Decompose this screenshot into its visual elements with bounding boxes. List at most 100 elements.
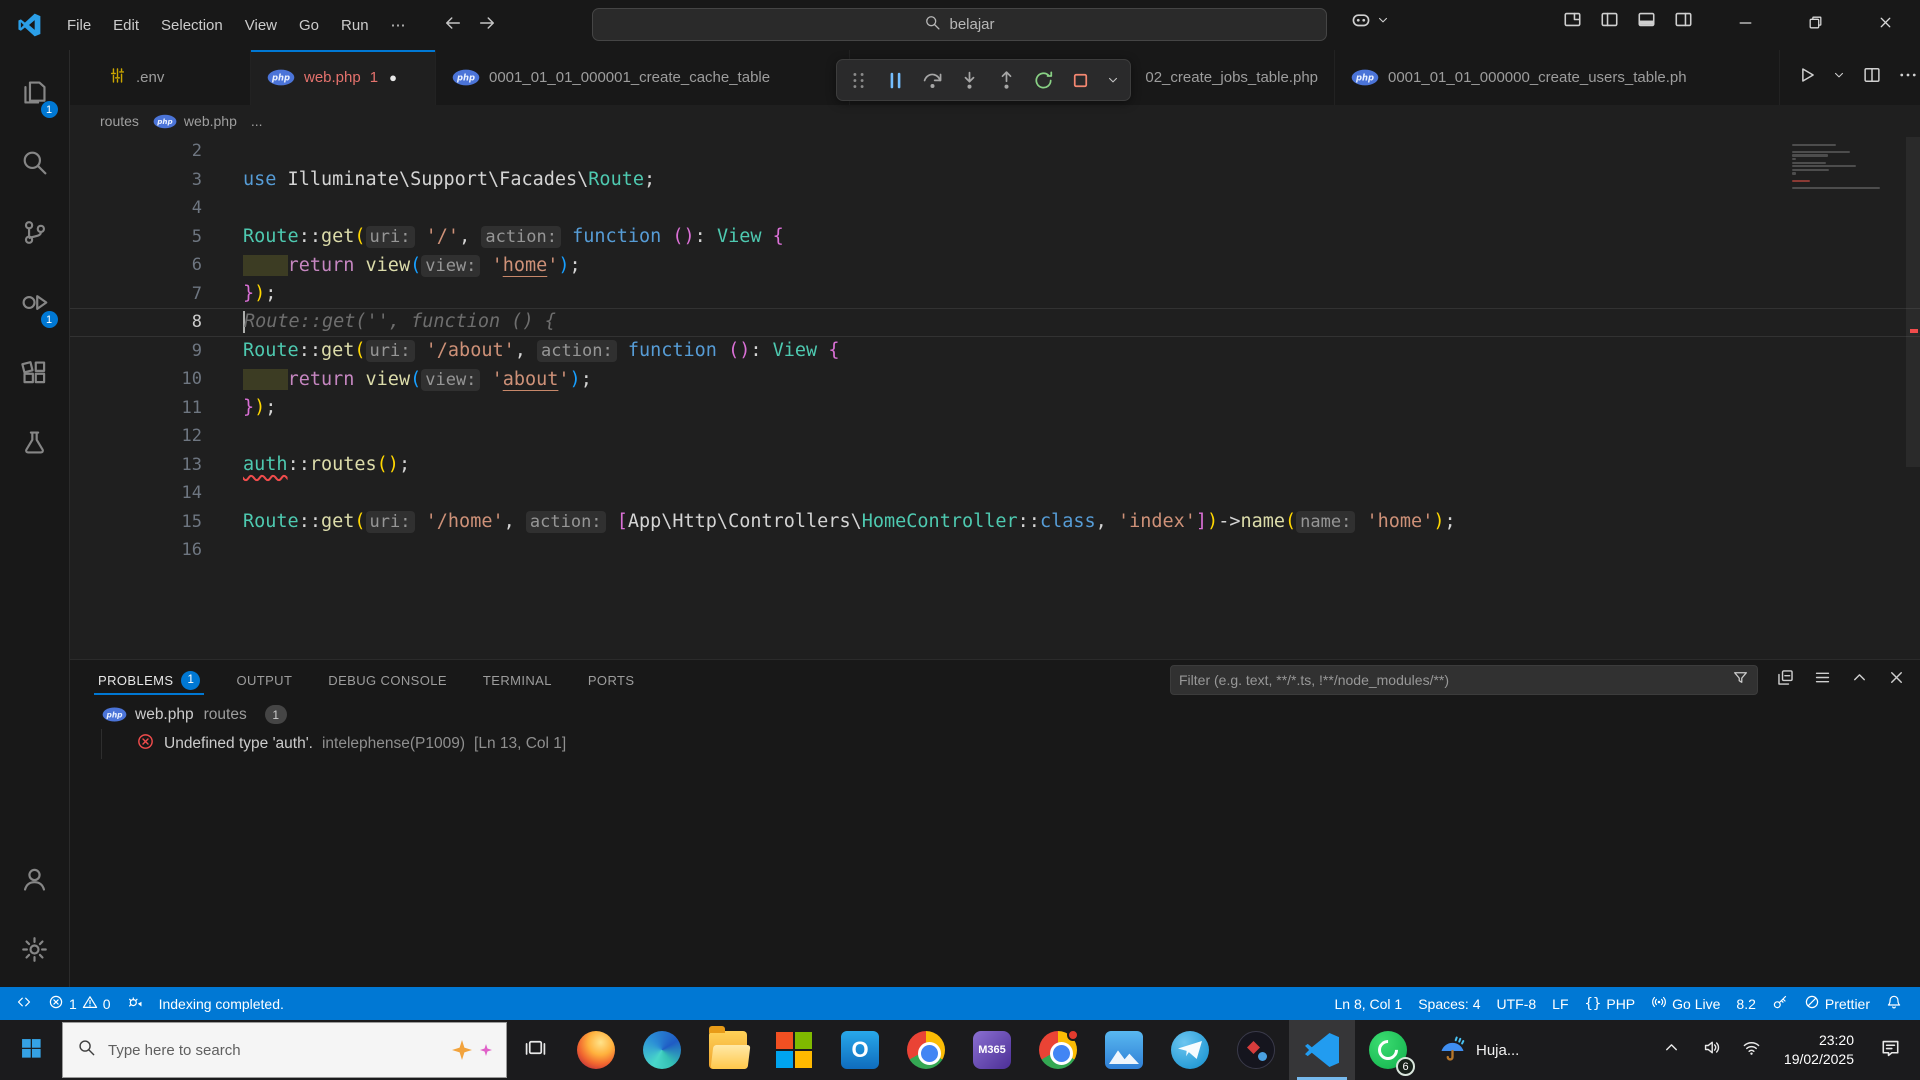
- taskbar-app-chrome-2[interactable]: [1025, 1020, 1091, 1080]
- status-problems[interactable]: 1 0: [40, 987, 119, 1020]
- breadcrumb-file[interactable]: web.php: [184, 113, 237, 129]
- activity-search[interactable]: [0, 130, 70, 200]
- more-actions-icon[interactable]: [1898, 65, 1918, 90]
- tab-env[interactable]: .env: [92, 50, 251, 105]
- debug-stop-icon[interactable]: [1069, 69, 1092, 92]
- debug-step-out-icon[interactable]: [995, 69, 1018, 92]
- taskbar-app-m365-copilot[interactable]: M365: [959, 1020, 1025, 1080]
- start-button[interactable]: [0, 1020, 62, 1080]
- status-prettier[interactable]: Prettier: [1796, 987, 1878, 1020]
- code-line-16[interactable]: 16: [70, 536, 1920, 565]
- problems-filter-input[interactable]: [1170, 665, 1758, 695]
- run-php-button[interactable]: [1796, 65, 1816, 90]
- run-chevron-icon[interactable]: [1832, 68, 1846, 87]
- command-center-search[interactable]: belajar: [592, 8, 1327, 41]
- taskbar-app-obs[interactable]: [1223, 1020, 1289, 1080]
- tab-create-cache-table[interactable]: php 0001_01_01_000001_create_cache_table: [436, 50, 850, 105]
- taskbar-weather[interactable]: Huja...: [1421, 1020, 1537, 1080]
- modified-dot-icon[interactable]: ●: [389, 70, 397, 85]
- taskbar-app-edge[interactable]: [629, 1020, 695, 1080]
- debug-pause-icon[interactable]: [884, 69, 907, 92]
- code-line-14[interactable]: 14: [70, 479, 1920, 508]
- code-line-13[interactable]: 13 auth::routes();: [70, 451, 1920, 480]
- problems-file-group[interactable]: php web.php routes 1: [70, 700, 1920, 730]
- debug-status-icon[interactable]: [119, 987, 151, 1020]
- toggle-sidebar-icon[interactable]: [1599, 9, 1620, 35]
- menu-selection[interactable]: Selection: [150, 11, 234, 40]
- code-line-2[interactable]: 2: [70, 137, 1920, 166]
- code-line-3[interactable]: 3 use Illuminate\Support\Facades\Route;: [70, 166, 1920, 195]
- tray-expand-icon[interactable]: [1654, 1020, 1690, 1080]
- code-line-9[interactable]: 9 Route::get(uri: '/about', action: funct…: [70, 337, 1920, 366]
- status-language[interactable]: {} PHP: [1577, 987, 1644, 1020]
- task-view-button[interactable]: [507, 1020, 563, 1080]
- taskbar-app-vscode[interactable]: [1289, 1020, 1355, 1080]
- panel-tab-output[interactable]: OUTPUT: [232, 660, 296, 700]
- taskbar-app-photos[interactable]: [1091, 1020, 1157, 1080]
- collapse-all-icon[interactable]: [1776, 668, 1795, 692]
- restore-button[interactable]: [1780, 0, 1850, 50]
- code-line-6[interactable]: 6 return view(view: 'home');: [70, 251, 1920, 280]
- breadcrumb[interactable]: routes php web.php ...: [70, 105, 1920, 139]
- minimize-button[interactable]: [1710, 0, 1780, 50]
- activity-run-debug[interactable]: 1: [0, 270, 70, 340]
- activity-accounts[interactable]: [0, 847, 70, 917]
- breadcrumb-folder[interactable]: routes: [100, 113, 139, 129]
- action-center-button[interactable]: [1868, 1020, 1912, 1080]
- network-icon[interactable]: [1734, 1020, 1770, 1080]
- menu-view[interactable]: View: [234, 11, 288, 40]
- menu-run[interactable]: Run: [330, 11, 380, 40]
- taskbar-app-microsoft-store[interactable]: [761, 1020, 827, 1080]
- code-line-15[interactable]: 15 Route::get(uri: '/home', action: [App\…: [70, 508, 1920, 537]
- code-editor[interactable]: 2 3 use Illuminate\Support\Facades\Route; 4…: [70, 137, 1920, 659]
- menu-edit[interactable]: Edit: [102, 11, 150, 40]
- activity-settings[interactable]: [0, 917, 70, 987]
- taskbar-app-file-explorer[interactable]: [695, 1020, 761, 1080]
- debug-toolbar[interactable]: [836, 59, 1131, 101]
- status-eol[interactable]: LF: [1544, 987, 1576, 1020]
- activity-extensions[interactable]: [0, 340, 70, 410]
- tab-web-php[interactable]: php web.php 1 ●: [251, 50, 436, 105]
- status-notifications[interactable]: [1878, 987, 1910, 1020]
- status-cursor-position[interactable]: Ln 8, Col 1: [1327, 987, 1411, 1020]
- volume-icon[interactable]: [1694, 1020, 1730, 1080]
- panel-tab-terminal[interactable]: TERMINAL: [479, 660, 556, 700]
- nav-back-icon[interactable]: [443, 13, 463, 38]
- debug-restart-icon[interactable]: [1032, 69, 1055, 92]
- customize-layout-icon[interactable]: [1562, 9, 1583, 35]
- code-line-8[interactable]: 8 Route::get('', function () {: [70, 308, 1920, 337]
- panel-tab-problems[interactable]: PROBLEMS 1: [94, 660, 205, 700]
- maximize-panel-icon[interactable]: [1850, 668, 1869, 692]
- debug-step-into-icon[interactable]: [958, 69, 981, 92]
- activity-explorer[interactable]: 1: [0, 60, 70, 130]
- menu-more[interactable]: ⋯: [380, 10, 417, 40]
- code-line-7[interactable]: 7});: [70, 280, 1920, 309]
- activity-source-control[interactable]: [0, 200, 70, 270]
- menu-file[interactable]: File: [56, 11, 102, 40]
- close-panel-icon[interactable]: [1887, 668, 1906, 692]
- taskbar-app-firefox[interactable]: [563, 1020, 629, 1080]
- editor-scrollbar[interactable]: [1906, 137, 1920, 467]
- status-encoding[interactable]: UTF-8: [1488, 987, 1544, 1020]
- nav-forward-icon[interactable]: [477, 13, 497, 38]
- debug-drag-grip-icon[interactable]: [847, 69, 870, 92]
- panel-tab-debug-console[interactable]: DEBUG CONSOLE: [324, 660, 451, 700]
- toggle-secondary-sidebar-icon[interactable]: [1673, 9, 1694, 35]
- status-key[interactable]: [1764, 987, 1796, 1020]
- status-go-live[interactable]: Go Live: [1643, 987, 1728, 1020]
- view-as-table-icon[interactable]: [1813, 668, 1832, 692]
- status-php-version[interactable]: 8.2: [1728, 987, 1763, 1020]
- split-editor-icon[interactable]: [1862, 65, 1882, 90]
- taskbar-app-outlook[interactable]: O: [827, 1020, 893, 1080]
- debug-step-over-icon[interactable]: [921, 69, 944, 92]
- taskbar-app-chrome[interactable]: [893, 1020, 959, 1080]
- taskbar-app-telegram[interactable]: [1157, 1020, 1223, 1080]
- panel-tab-ports[interactable]: PORTS: [584, 660, 639, 700]
- activity-testing[interactable]: [0, 410, 70, 480]
- code-line-12[interactable]: 12: [70, 422, 1920, 451]
- remote-indicator[interactable]: [8, 987, 40, 1020]
- debug-chevron-down-icon[interactable]: [1106, 73, 1120, 87]
- tab-create-users-table[interactable]: php 0001_01_01_000000_create_users_table.…: [1335, 50, 1780, 105]
- code-line-4[interactable]: 4: [70, 194, 1920, 223]
- toggle-panel-icon[interactable]: [1636, 9, 1657, 35]
